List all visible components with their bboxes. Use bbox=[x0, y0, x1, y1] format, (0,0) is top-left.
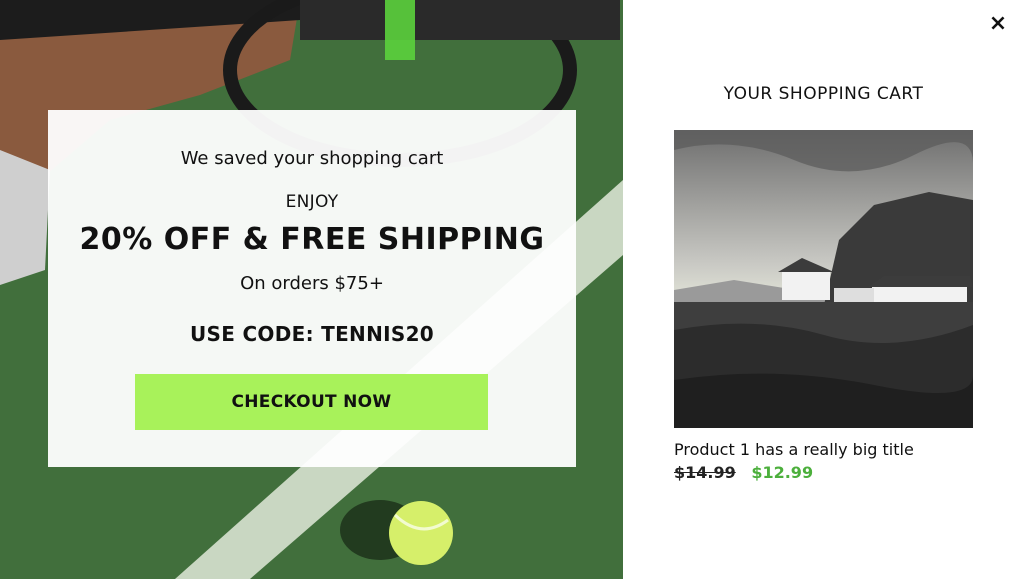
checkout-now-button[interactable]: CHECKOUT NOW bbox=[135, 374, 488, 430]
coupon-code: USE CODE: TENNIS20 bbox=[189, 322, 435, 346]
shopping-cart-panel: × YOUR SHOPPING CART Product 1 has a rea… bbox=[623, 0, 1024, 579]
original-price: $14.99 bbox=[674, 463, 736, 482]
cart-title: YOUR SHOPPING CART bbox=[723, 84, 924, 104]
product-image[interactable] bbox=[674, 130, 973, 428]
landscape-photo bbox=[674, 130, 973, 428]
close-icon[interactable]: × bbox=[986, 12, 1010, 36]
saved-cart-message: We saved your shopping cart bbox=[180, 148, 444, 169]
offer-headline: 20% OFF & FREE SHIPPING bbox=[79, 222, 545, 257]
enjoy-label: ENJOY bbox=[285, 192, 339, 212]
discount-offer-card: We saved your shopping cart ENJOY 20% OF… bbox=[48, 110, 576, 467]
offer-condition: On orders $75+ bbox=[240, 273, 384, 294]
product-title-link[interactable]: Product 1 has a really big title bbox=[674, 440, 914, 459]
sale-price: $12.99 bbox=[751, 463, 814, 482]
product-prices: $14.99 $12.99 bbox=[674, 463, 813, 482]
